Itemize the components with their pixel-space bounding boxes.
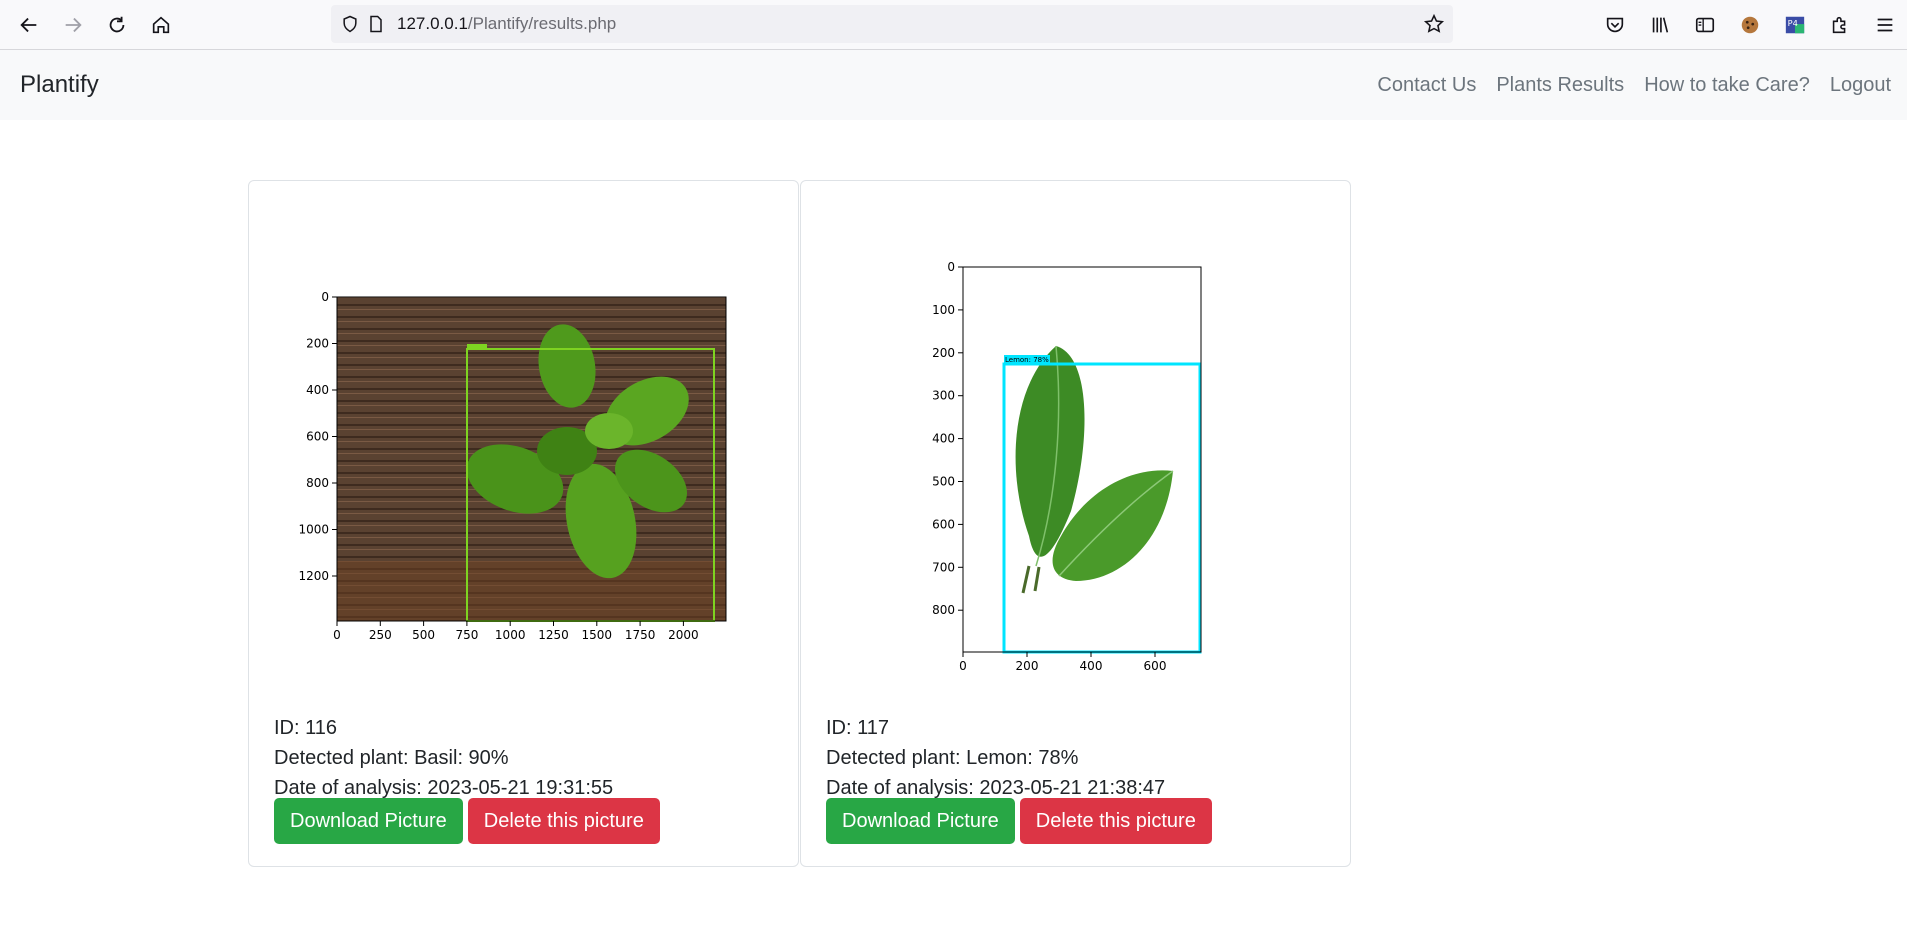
nav-link-contact-us[interactable]: Contact Us	[1377, 74, 1476, 97]
x-tick-label: 2000	[668, 628, 699, 642]
y-tick-label: 400	[306, 383, 329, 397]
x-tick-label: 200	[1016, 659, 1039, 673]
back-arrow-icon	[20, 17, 37, 32]
y-tick-label: 300	[932, 389, 955, 403]
detected-plant: Detected plant: Basil: 90%	[274, 747, 509, 769]
home-icon	[152, 16, 170, 33]
cookie-icon	[1741, 16, 1758, 33]
results-grid: 0 200 400 600 800 1000 1200 0 250 500 750 1000 1250…	[248, 180, 1351, 867]
reload-icon	[109, 16, 125, 32]
y-tick-label: 200	[306, 337, 329, 351]
nav-link-how-to-take-care[interactable]: How to take Care?	[1644, 74, 1810, 97]
library-button[interactable]	[1637, 2, 1682, 47]
download-picture-button[interactable]: Download Picture	[826, 798, 1015, 844]
result-info: ID: 117 Detected plant: Lemon: 78% Date …	[826, 713, 1165, 803]
brand-logo[interactable]: Plantify	[20, 71, 99, 99]
url-text[interactable]: 127.0.0.1/Plantify/results.php	[397, 14, 616, 34]
x-tick-label: 1250	[538, 628, 569, 642]
result-image: Lemon: 78% 0 100 200 300 400 500 600 700 800 0 20…	[801, 181, 1350, 701]
detected-plant: Detected plant: Lemon: 78%	[826, 747, 1079, 769]
result-info: ID: 116 Detected plant: Basil: 90% Date …	[274, 713, 613, 803]
forward-button[interactable]	[53, 5, 93, 45]
sidebar-icon	[1695, 17, 1714, 32]
extensions-button[interactable]	[1817, 2, 1862, 47]
y-axis: 0 200 400 600 800 1000 1200	[298, 290, 337, 583]
x-axis: 0 250 500 750 1000 1250 1500 1750 2000	[333, 621, 699, 642]
x-tick-label: 750	[455, 628, 478, 642]
x-tick-label: 0	[333, 628, 341, 642]
cookie-extension-button[interactable]	[1727, 2, 1772, 47]
pocket-icon	[1606, 17, 1623, 32]
menu-hamburger-icon	[1877, 18, 1892, 31]
card-actions: Download Picture Delete this picture	[274, 798, 660, 844]
x-tick-label: 1000	[495, 628, 526, 642]
x-tick-label: 600	[1144, 659, 1167, 673]
library-icon	[1652, 16, 1668, 33]
detection-plot: 0 200 400 600 800 1000 1200 0 250 500 750 1000 1250…	[298, 290, 727, 642]
bookmark-star-icon[interactable]	[1423, 13, 1445, 40]
x-tick-label: 1500	[582, 628, 613, 642]
result-id: ID: 117	[826, 717, 889, 739]
pocket-button[interactable]	[1592, 2, 1637, 47]
back-button[interactable]	[9, 5, 49, 45]
y-tick-label: 1200	[298, 569, 329, 583]
y-axis: 0 100 200 300 400 500 600 700 800	[932, 260, 963, 617]
y-tick-label: 600	[306, 430, 329, 444]
p4c-extension-button[interactable]: P4	[1772, 2, 1817, 47]
x-tick-label: 0	[959, 659, 967, 673]
y-tick-label: 200	[932, 346, 955, 360]
extensions-puzzle-icon	[1832, 16, 1845, 33]
x-tick-label: 1750	[625, 628, 656, 642]
site-navbar: Plantify Contact Us Plants Results How t…	[0, 50, 1907, 120]
y-tick-label: 600	[932, 517, 955, 531]
forward-arrow-icon	[65, 17, 82, 32]
svg-text:P4: P4	[1787, 17, 1797, 27]
download-picture-button[interactable]: Download Picture	[274, 798, 463, 844]
y-tick-label: 400	[932, 432, 955, 446]
browser-toolbar-right: P4	[1592, 0, 1907, 49]
card-actions: Download Picture Delete this picture	[826, 798, 1212, 844]
sidebar-button[interactable]	[1682, 2, 1727, 47]
y-tick-label: 500	[932, 475, 955, 489]
x-tick-label: 250	[369, 628, 392, 642]
x-tick-label: 500	[412, 628, 435, 642]
result-image: 0 200 400 600 800 1000 1200 0 250 500 750 1000 1250…	[249, 181, 798, 701]
x-axis: 0 200 400 600	[959, 652, 1166, 673]
y-tick-label: 800	[932, 603, 955, 617]
result-id: ID: 116	[274, 717, 337, 739]
nav-links: Contact Us Plants Results How to take Ca…	[1357, 50, 1891, 120]
browser-toolbar: 127.0.0.1/Plantify/results.php P4	[0, 0, 1907, 50]
detection-label: Lemon: 78%	[1005, 356, 1049, 364]
extension-p4c-icon: P4	[1785, 16, 1804, 33]
menu-button[interactable]	[1862, 2, 1907, 47]
reload-button[interactable]	[97, 5, 137, 45]
page-icon[interactable]	[365, 13, 387, 35]
y-tick-label: 700	[932, 560, 955, 574]
result-card: 0 200 400 600 800 1000 1200 0 250 500 750 1000 1250…	[248, 180, 799, 867]
y-tick-label: 1000	[298, 523, 329, 537]
result-card: Lemon: 78% 0 100 200 300 400 500 600 700 800 0 20…	[800, 180, 1351, 867]
y-tick-label: 100	[932, 303, 955, 317]
y-tick-label: 0	[947, 260, 955, 274]
url-bar[interactable]: 127.0.0.1/Plantify/results.php	[331, 5, 1453, 43]
lemon-photo	[963, 267, 1201, 652]
detection-plot: Lemon: 78% 0 100 200 300 400 500 600 700 800 0 20…	[932, 260, 1202, 673]
nav-link-logout[interactable]: Logout	[1830, 74, 1891, 97]
home-button[interactable]	[141, 5, 181, 45]
delete-picture-button[interactable]: Delete this picture	[467, 798, 660, 844]
y-tick-label: 0	[321, 290, 329, 304]
delete-picture-button[interactable]: Delete this picture	[1019, 798, 1212, 844]
x-tick-label: 400	[1080, 659, 1103, 673]
y-tick-label: 800	[306, 476, 329, 490]
nav-link-plants-results[interactable]: Plants Results	[1496, 74, 1624, 97]
shield-icon[interactable]	[339, 13, 361, 35]
